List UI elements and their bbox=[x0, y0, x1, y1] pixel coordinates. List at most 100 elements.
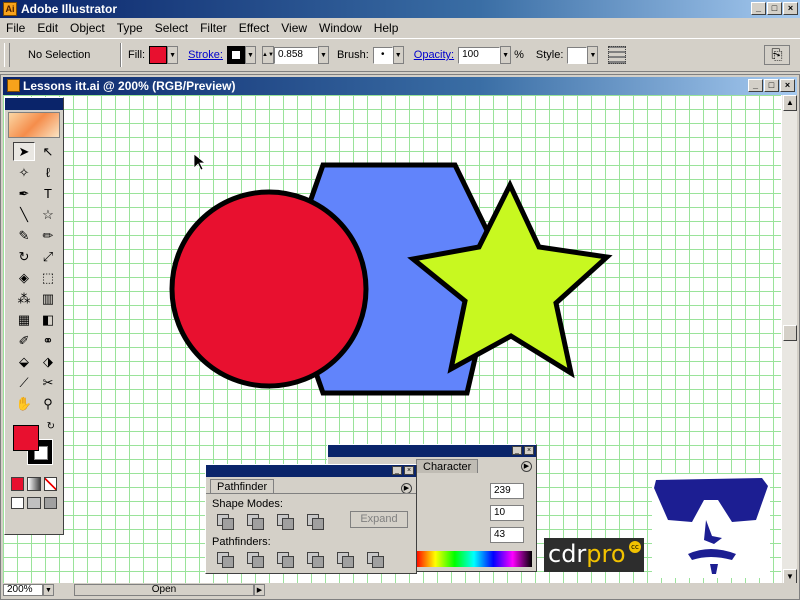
menu-effect[interactable]: Effect bbox=[233, 21, 275, 35]
expand-button[interactable]: Expand bbox=[350, 511, 408, 528]
zoom-dropdown-icon[interactable]: ▼ bbox=[43, 584, 54, 596]
pathfinder-titlebar[interactable]: _ × bbox=[206, 465, 416, 477]
intersect-shape-areas-icon[interactable] bbox=[276, 513, 294, 530]
live-paint-tool-icon[interactable]: ⬙ bbox=[13, 352, 35, 371]
paintbrush-tool-icon[interactable]: ✎ bbox=[13, 226, 35, 245]
document-icon[interactable] bbox=[7, 79, 20, 92]
stroke-label-link[interactable]: Stroke: bbox=[188, 49, 223, 61]
fill-dropdown-icon[interactable]: ▼ bbox=[167, 46, 179, 64]
color-panel-titlebar[interactable]: _ × bbox=[328, 445, 536, 457]
align-grid-icon[interactable] bbox=[608, 46, 627, 64]
tab-pathfinder[interactable]: Pathfinder bbox=[210, 479, 275, 493]
fill-stroke-well[interactable]: ↻ bbox=[9, 421, 59, 471]
lasso-tool-icon[interactable]: ℓ bbox=[37, 163, 59, 182]
exclude-overlapping-areas-icon[interactable] bbox=[306, 513, 324, 530]
line-tool-icon[interactable]: ╲ bbox=[13, 205, 35, 224]
menu-file[interactable]: File bbox=[0, 21, 31, 35]
stroke-weight-field[interactable]: 0.858 bbox=[273, 46, 318, 64]
slice-tool-icon[interactable]: ⟋ bbox=[13, 373, 35, 392]
graph-tool-icon[interactable]: ▥ bbox=[37, 289, 59, 308]
menu-window[interactable]: Window bbox=[313, 21, 368, 35]
trim-icon[interactable] bbox=[246, 551, 264, 568]
close-button[interactable]: × bbox=[783, 2, 798, 15]
menu-select[interactable]: Select bbox=[149, 21, 194, 35]
status-arrow-icon[interactable]: ▶ bbox=[254, 584, 265, 596]
gradient-mode-icon[interactable] bbox=[27, 477, 41, 491]
adobe-flower-logo[interactable] bbox=[8, 112, 60, 138]
tab-character[interactable]: Character bbox=[416, 459, 479, 473]
stroke-weight-dropdown-icon[interactable]: ▼ bbox=[317, 46, 329, 64]
none-mode-icon[interactable] bbox=[43, 477, 57, 491]
style-swatch[interactable] bbox=[567, 46, 588, 64]
color-mode-icon[interactable] bbox=[11, 477, 25, 491]
pencil-tool-icon[interactable]: ✏ bbox=[37, 226, 59, 245]
selection-tool-icon[interactable]: ➤ bbox=[13, 142, 35, 161]
blue-value-field[interactable]: 43 bbox=[490, 527, 524, 543]
warp-tool-icon[interactable]: ◈ bbox=[13, 268, 35, 287]
style-dropdown-icon[interactable]: ▼ bbox=[587, 46, 599, 64]
star-tool-icon[interactable]: ☆ bbox=[37, 205, 59, 224]
symbol-sprayer-tool-icon[interactable]: ⁂ bbox=[13, 289, 35, 308]
divide-icon[interactable] bbox=[216, 551, 234, 568]
status-field[interactable]: Open bbox=[74, 584, 254, 596]
free-transform-tool-icon[interactable]: ⬚ bbox=[37, 268, 59, 287]
menu-view[interactable]: View bbox=[275, 21, 313, 35]
illustrator-app-icon[interactable]: Ai bbox=[3, 2, 17, 16]
pen-tool-icon[interactable]: ✒ bbox=[13, 184, 35, 203]
minimize-button[interactable]: _ bbox=[751, 2, 766, 15]
direct-selection-tool-icon[interactable]: ↖ bbox=[37, 142, 59, 161]
scissors-tool-icon[interactable]: ✂ bbox=[37, 373, 59, 392]
opacity-label-link[interactable]: Opacity: bbox=[414, 49, 454, 61]
color-panel-minimize-icon[interactable]: _ bbox=[512, 446, 522, 455]
stroke-weight-stepper-icon[interactable]: ▲▼ bbox=[261, 46, 274, 64]
toolbox-title[interactable] bbox=[5, 98, 63, 110]
stroke-dropdown-icon[interactable]: ▼ bbox=[244, 46, 256, 64]
color-panel-menu-icon[interactable]: ▶ bbox=[521, 461, 532, 472]
vertical-scrollbar[interactable]: ▲ ▼ bbox=[781, 95, 797, 585]
full-screen-mode-icon[interactable] bbox=[43, 497, 57, 509]
brush-dropdown-icon[interactable]: ▼ bbox=[392, 46, 404, 64]
minus-back-icon[interactable] bbox=[366, 551, 384, 568]
hand-tool-icon[interactable]: ✋ bbox=[13, 394, 35, 413]
type-tool-icon[interactable]: T bbox=[37, 184, 59, 203]
color-spectrum-bar[interactable] bbox=[416, 551, 532, 567]
palette-menu-icon[interactable]: ⎘ bbox=[764, 45, 790, 65]
scale-tool-icon[interactable]: ⤢ bbox=[37, 247, 59, 266]
fill-swatch[interactable] bbox=[149, 46, 168, 64]
zoom-tool-icon[interactable]: ⚲ bbox=[37, 394, 59, 413]
doc-minimize-button[interactable]: _ bbox=[748, 79, 763, 92]
subtract-from-shape-area-icon[interactable] bbox=[246, 513, 264, 530]
full-screen-menu-mode-icon[interactable] bbox=[27, 497, 41, 509]
blend-tool-icon[interactable]: ⚭ bbox=[37, 331, 59, 350]
add-to-shape-area-icon[interactable] bbox=[216, 513, 234, 530]
menu-filter[interactable]: Filter bbox=[194, 21, 233, 35]
menu-edit[interactable]: Edit bbox=[31, 21, 64, 35]
doc-maximize-button[interactable]: □ bbox=[764, 79, 779, 92]
pathfinder-close-icon[interactable]: × bbox=[404, 466, 414, 475]
stroke-swatch[interactable] bbox=[226, 46, 245, 64]
outline-icon[interactable] bbox=[336, 551, 354, 568]
eyedropper-tool-icon[interactable]: ✐ bbox=[13, 331, 35, 350]
magic-wand-tool-icon[interactable]: ✧ bbox=[13, 163, 35, 182]
mesh-tool-icon[interactable]: ▦ bbox=[13, 310, 35, 329]
pathfinder-minimize-icon[interactable]: _ bbox=[392, 466, 402, 475]
opacity-dropdown-icon[interactable]: ▼ bbox=[500, 46, 512, 64]
menu-help[interactable]: Help bbox=[368, 21, 405, 35]
live-paint-selection-tool-icon[interactable]: ⬗ bbox=[37, 352, 59, 371]
circle-shape[interactable] bbox=[169, 189, 369, 389]
brush-field[interactable]: • bbox=[372, 46, 393, 64]
zoom-field[interactable]: 200% bbox=[3, 584, 43, 596]
scroll-thumb[interactable] bbox=[783, 325, 797, 341]
crop-icon[interactable] bbox=[306, 551, 324, 568]
green-value-field[interactable]: 10 bbox=[490, 505, 524, 521]
opacity-field[interactable]: 100 bbox=[458, 46, 501, 64]
swap-colors-icon[interactable]: ↻ bbox=[47, 421, 55, 432]
scroll-up-icon[interactable]: ▲ bbox=[783, 95, 797, 111]
red-value-field[interactable]: 239 bbox=[490, 483, 524, 499]
palette-grip[interactable] bbox=[4, 43, 10, 67]
gradient-tool-icon[interactable]: ◧ bbox=[37, 310, 59, 329]
maximize-button[interactable]: □ bbox=[767, 2, 782, 15]
color-panel-close-icon[interactable]: × bbox=[524, 446, 534, 455]
menu-object[interactable]: Object bbox=[64, 21, 111, 35]
menu-type[interactable]: Type bbox=[111, 21, 149, 35]
